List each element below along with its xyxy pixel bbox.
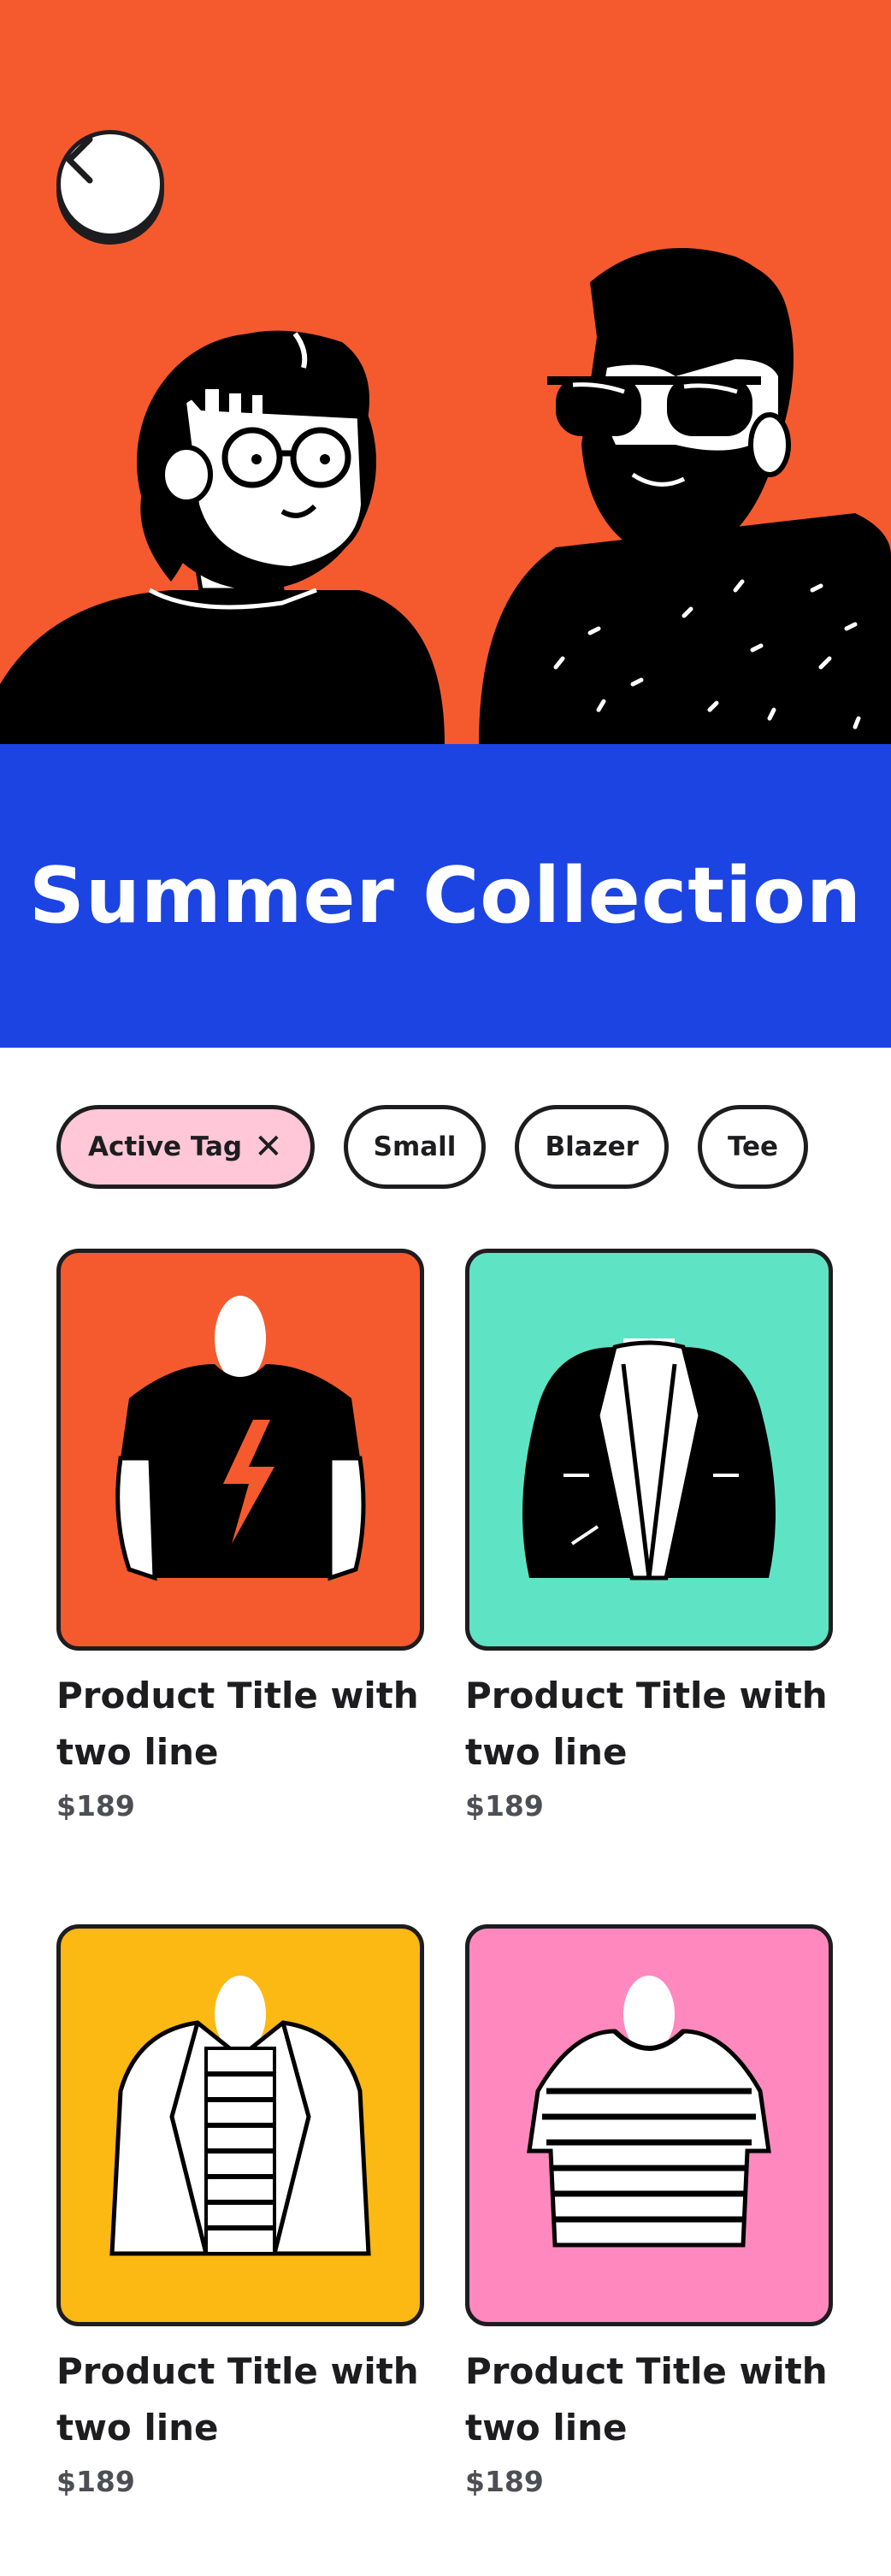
people-illustration [0, 248, 891, 744]
tag-blazer[interactable]: Blazer [515, 1105, 669, 1189]
tag-small[interactable]: Small [343, 1105, 487, 1189]
black-jacket-image [522, 1338, 776, 1580]
man-figure [479, 248, 891, 744]
product-image[interactable] [56, 1924, 424, 2326]
product-card[interactable]: Product Title with two line $189 [465, 1249, 833, 1823]
back-button[interactable] [56, 130, 164, 238]
product-image[interactable] [465, 1249, 833, 1651]
tag-label: Small [373, 1131, 457, 1162]
tag-label: Tee [727, 1131, 779, 1162]
striped-tee-image [527, 1976, 771, 2248]
tag-tee[interactable]: Tee [697, 1105, 809, 1189]
product-title[interactable]: Product Title with two line [56, 1668, 433, 1781]
product-image[interactable] [465, 1924, 833, 2326]
chevron-left-icon [66, 136, 93, 184]
black-tee-lightning-image [115, 1296, 366, 1581]
product-price: $189 [465, 2465, 544, 2498]
product-price: $189 [56, 2465, 135, 2498]
woman-figure [0, 330, 445, 744]
collection-banner: Summer Collection [0, 744, 891, 1048]
tag-active[interactable]: Active Tag ✕ [56, 1105, 315, 1189]
filter-tags: Active Tag ✕ Small Blazer Tee [56, 1105, 809, 1189]
product-price: $189 [56, 1789, 135, 1823]
product-card[interactable]: Product Title with two line $189 [56, 1249, 424, 1823]
product-image[interactable] [56, 1249, 424, 1651]
tag-label: Active Tag [88, 1131, 243, 1162]
white-blazer-striped-image [109, 1976, 371, 2256]
product-title[interactable]: Product Title with two line [465, 1668, 841, 1781]
product-card[interactable]: Product Title with two line $189 [56, 1924, 424, 2498]
close-icon[interactable]: ✕ [254, 1130, 283, 1164]
page-title: Summer Collection [29, 850, 862, 941]
hero-illustration [0, 0, 891, 744]
product-title[interactable]: Product Title with two line [56, 2343, 433, 2456]
product-card[interactable]: Product Title with two line $189 [465, 1924, 833, 2498]
product-price: $189 [465, 1789, 544, 1823]
tag-label: Blazer [545, 1131, 639, 1162]
product-title[interactable]: Product Title with two line [465, 2343, 841, 2456]
